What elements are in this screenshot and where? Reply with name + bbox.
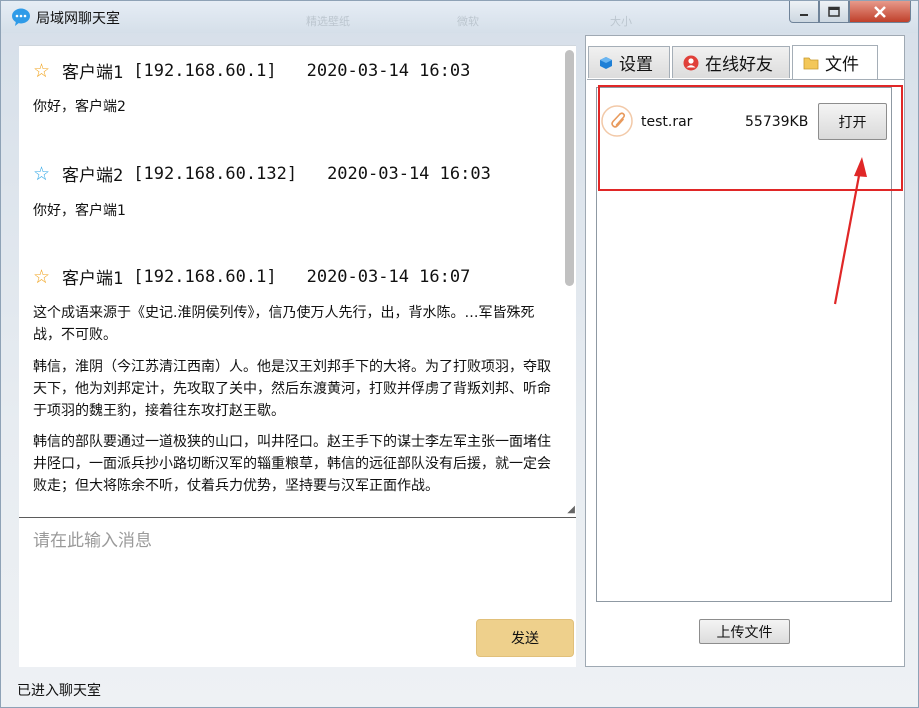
settings-cube-icon xyxy=(600,56,612,69)
message-text: 韩信的部队要通过一道极狭的山口，叫井陉口。赵王手下的谋士李左军主张一面堵住井陉口… xyxy=(33,434,551,494)
ghost-text-3: 大小 xyxy=(610,15,632,28)
sender-ip: [192.168.60.132] xyxy=(133,163,298,184)
message-input-placeholder: 请在此输入消息 xyxy=(33,531,152,551)
tab-files[interactable]: 文件 xyxy=(792,45,878,79)
tab-settings[interactable]: 设置 xyxy=(588,46,670,78)
message-text: 你好，客户端1 xyxy=(33,203,126,219)
message-text: 韩信，淮阴（今江苏清江西南）人。他是汉王刘邦手下的大将。为了打败项羽，夺取天下，… xyxy=(33,359,551,419)
upload-file-button[interactable]: 上传文件 xyxy=(699,619,790,644)
sender-name: 客户端1 xyxy=(62,269,124,289)
tab-files-label: 文件 xyxy=(825,55,859,75)
message-text: 你好，客户端2 xyxy=(33,99,126,115)
message-header: ☆ 客户端1 [192.168.60.1] 2020-03-14 16:07 xyxy=(33,264,471,290)
star-icon: ☆ xyxy=(33,265,51,288)
star-icon: ☆ xyxy=(33,59,51,82)
window-title: 局域网聊天室 xyxy=(36,11,120,27)
maximize-icon xyxy=(828,6,840,17)
friends-icon xyxy=(683,55,699,70)
scrollbar-thumb[interactable] xyxy=(565,50,574,286)
resize-grip-icon[interactable]: ◢ xyxy=(567,504,575,515)
sender-name: 客户端2 xyxy=(62,166,124,186)
tab-online-friends[interactable]: 在线好友 xyxy=(672,46,790,78)
sender-ip: [192.168.60.1] xyxy=(133,266,277,287)
message-text: 这个成语来源于《史记.淮阴侯列传》，信乃使万人先行，出，背水陈。…军皆殊死战，不… xyxy=(33,305,535,343)
tab-settings-label: 设置 xyxy=(619,55,653,75)
chat-scrollbar[interactable] xyxy=(563,46,576,516)
ghost-text-2: 微软 xyxy=(457,15,479,28)
folder-icon xyxy=(803,57,819,69)
annotation-arrow-icon xyxy=(833,157,867,305)
message-time: 2020-03-14 16:03 xyxy=(306,60,471,81)
tab-divider xyxy=(587,79,905,80)
title-bar[interactable]: 局域网聊天室 精选壁纸 微软 大小 xyxy=(1,1,918,33)
sender-name: 客户端1 xyxy=(62,63,124,83)
app-window: 局域网聊天室 精选壁纸 微软 大小 ☆ 客户端1 [192.168.60.1] … xyxy=(0,0,919,708)
message-time: 2020-03-14 16:03 xyxy=(327,163,491,184)
tab-online-friends-label: 在线好友 xyxy=(705,55,773,75)
close-button[interactable] xyxy=(849,1,911,23)
star-icon: ☆ xyxy=(33,162,51,185)
chat-history-panel[interactable]: ☆ 客户端1 [192.168.60.1] 2020-03-14 16:03 你… xyxy=(19,45,576,517)
status-bar-text: 已进入聊天室 xyxy=(17,683,101,699)
close-icon xyxy=(874,5,886,18)
send-button[interactable]: 发送 xyxy=(476,619,574,657)
ghost-text-1: 精选壁纸 xyxy=(306,15,350,28)
sender-ip: [192.168.60.1] xyxy=(133,60,277,81)
minimize-icon xyxy=(800,13,808,16)
message-header: ☆ 客户端1 [192.168.60.1] 2020-03-14 16:03 xyxy=(33,58,471,84)
message-time: 2020-03-14 16:07 xyxy=(306,266,471,287)
chat-bubble-icon xyxy=(12,8,30,26)
minimize-button[interactable] xyxy=(789,1,819,23)
chat-messages: ☆ 客户端1 [192.168.60.1] 2020-03-14 16:03 你… xyxy=(19,46,561,516)
message-header: ☆ 客户端2 [192.168.60.132] 2020-03-14 16:03 xyxy=(33,161,491,187)
maximize-button[interactable] xyxy=(819,1,849,23)
